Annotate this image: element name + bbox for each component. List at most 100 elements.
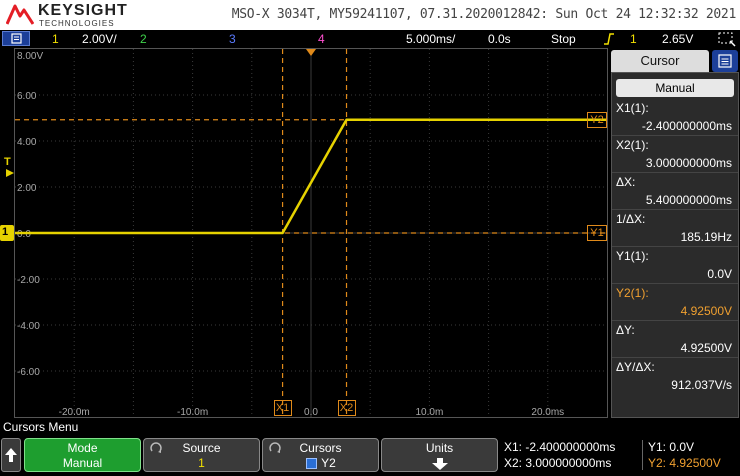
cursor-readout-bar: X1: -2.400000000ms X2: 3.000000000ms Y1:…: [502, 438, 740, 472]
x1-value: -2.400000000ms: [641, 119, 732, 133]
divider: [612, 209, 738, 210]
divider: [612, 172, 738, 173]
readout-divider: [642, 440, 643, 470]
cursors-softkey[interactable]: Cursors Y2: [262, 438, 379, 472]
timebase-scale[interactable]: 5.000ms/: [406, 32, 455, 46]
cursor-x1-label: X1: [275, 402, 290, 414]
menu-toggle-button[interactable]: [2, 31, 30, 46]
trigger-channel[interactable]: 1: [630, 32, 637, 46]
dy-label: ΔY:: [616, 323, 635, 337]
cursor-x2-marker[interactable]: X2: [337, 400, 356, 416]
ch1-ground-label: 1: [2, 226, 9, 238]
readout-x2: X2: 3.000000000ms: [504, 456, 612, 470]
mode-softkey[interactable]: Mode Manual: [24, 438, 141, 472]
inv-dx-label: 1/ΔX:: [616, 212, 646, 226]
ch1-scale[interactable]: 2.00V/: [82, 32, 117, 46]
status-bar: 1 2.00V/ 2 3 4 5.000ms/ 0.0s Stop 1 2.65…: [0, 30, 740, 48]
cursor-y1-label: Y1: [590, 227, 604, 239]
brand-name: KEYSIGHT: [38, 2, 128, 19]
trigger-level[interactable]: 2.65V: [662, 32, 693, 46]
x-tick-label: 20.0ms: [531, 407, 564, 417]
ch4-number[interactable]: 4: [318, 32, 325, 46]
cursor-x1-marker[interactable]: X1: [273, 400, 292, 416]
menu-title: Cursors Menu: [3, 420, 79, 434]
units-softkey[interactable]: Units: [381, 438, 498, 472]
x-tick-label: -10.0m: [177, 407, 208, 417]
readout-y1: Y1: 0.0V: [648, 440, 695, 454]
trigger-level-marker[interactable]: T: [4, 156, 14, 180]
readout-y2: Y2: 4.92500V: [648, 456, 721, 470]
source-softkey-title: Source: [182, 441, 221, 455]
ch1-number[interactable]: 1: [52, 32, 59, 46]
ch1-ground-marker[interactable]: 1: [0, 225, 14, 241]
ch2-number[interactable]: 2: [140, 32, 147, 46]
dx-value: 5.400000000ms: [645, 193, 732, 207]
y-tick-label: -6.00: [17, 367, 40, 378]
cursor-mode-button[interactable]: Manual: [616, 79, 734, 97]
divider: [612, 320, 738, 321]
y-tick-label: -4.00: [17, 321, 40, 332]
menu-icon: [11, 33, 22, 44]
ch3-number[interactable]: 3: [229, 32, 236, 46]
y-tick-label: 0.0: [17, 229, 31, 240]
cursor-x2-label: X2: [339, 402, 354, 414]
device-info: MSO-X 3034T, MY59241107, 07.31.202001284…: [231, 7, 737, 22]
y2-value: 4.92500V: [680, 304, 732, 318]
trigger-arrow-icon: [6, 169, 14, 177]
x-tick-label: -20.0m: [59, 407, 90, 417]
time-delay[interactable]: 0.0s: [488, 32, 511, 46]
source-softkey-value: 1: [198, 456, 205, 470]
waveform-display[interactable]: 8.00V 6.00 4.00 2.00 0.0 -2.00 -4.00 -6.00 -20.…: [14, 48, 608, 418]
dx-label: ΔX:: [616, 175, 636, 189]
dydx-value: 912.037V/s: [671, 378, 732, 392]
brand-subtitle: TECHNOLOGIES: [39, 19, 115, 28]
y-tick-label: 8.00V: [17, 51, 43, 62]
softkey-bar: Cursors Menu Mode Manual Source 1 Cursor…: [0, 418, 740, 474]
dy-value: 4.92500V: [680, 341, 732, 355]
mode-softkey-title: Mode: [67, 441, 98, 455]
y2-label: Y2(1):: [616, 286, 649, 300]
waveform-svg: 8.00V 6.00 4.00 2.00 0.0 -2.00 -4.00 -6.00 -20.…: [15, 49, 607, 417]
cursor-y2-marker[interactable]: Y2: [587, 111, 607, 128]
run-state[interactable]: Stop: [551, 32, 576, 46]
mode-softkey-value: Manual: [62, 456, 103, 470]
y-tick-label: 6.00: [17, 91, 37, 102]
y1-value: 0.0V: [707, 267, 732, 281]
cursors-softkey-value: Y2: [321, 456, 336, 470]
divider: [612, 283, 738, 284]
y-tick-label: 4.00: [17, 137, 37, 148]
side-menu-button[interactable]: [712, 50, 738, 72]
x1-label: X1(1):: [616, 101, 649, 115]
cursor-readout-panel: Manual X1(1): -2.400000000ms X2(1): 3.00…: [611, 72, 739, 418]
back-button[interactable]: [1, 438, 21, 472]
trigger-edge-icon: [604, 33, 614, 45]
tab-cursor[interactable]: Cursor: [611, 50, 709, 72]
divider: [612, 246, 738, 247]
arrow-down-icon: [432, 458, 448, 470]
inv-dx-value: 185.19Hz: [680, 230, 732, 244]
cursor-y2-label: Y2: [590, 113, 604, 126]
y-tick-label: 2.00: [17, 183, 37, 194]
cursors-softkey-title: Cursors: [299, 441, 342, 455]
x2-label: X2(1):: [616, 138, 649, 152]
arrow-up-icon: [5, 448, 17, 462]
trigger-label: T: [4, 156, 11, 168]
divider: [612, 135, 738, 136]
keysight-logo-icon: [6, 4, 34, 25]
x2-value: 3.000000000ms: [645, 156, 732, 170]
list-icon: [718, 54, 732, 68]
units-softkey-title: Units: [425, 441, 454, 455]
cursor-side-panel: Cursor Manual X1(1): -2.400000000ms X2(1…: [610, 48, 740, 418]
divider: [612, 357, 738, 358]
x-tick-label: 0.0: [304, 407, 318, 417]
y1-label: Y1(1):: [616, 249, 649, 263]
source-softkey[interactable]: Source 1: [143, 438, 260, 472]
readout-x1: X1: -2.400000000ms: [504, 440, 616, 454]
trigger-position-marker: [306, 49, 316, 56]
x-tick-label: 10.0m: [416, 407, 444, 417]
zoom-select-icon[interactable]: [717, 31, 737, 47]
y-tick-label: -2.00: [17, 275, 40, 286]
header-bar: KEYSIGHT TECHNOLOGIES MSO-X 3034T, MY592…: [0, 0, 740, 30]
dydx-label: ΔY/ΔX:: [616, 360, 655, 374]
cursor-y1-marker[interactable]: Y1: [587, 225, 607, 241]
